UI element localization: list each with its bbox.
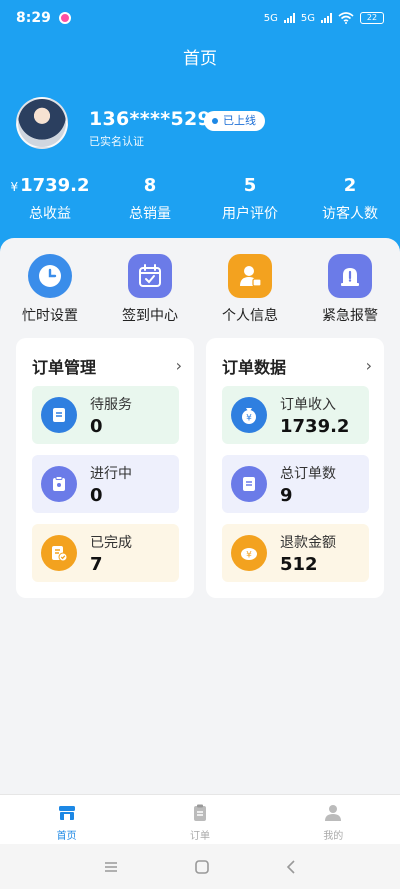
- tab-orders[interactable]: 订单: [133, 795, 266, 844]
- page-title: 首页: [183, 49, 217, 69]
- tab-mine[interactable]: 我的: [267, 795, 400, 844]
- card-completed[interactable]: 已完成 7: [32, 524, 179, 582]
- card-label: 待服务: [90, 396, 132, 413]
- card-value: 7: [90, 553, 103, 575]
- panel-title: 订单管理: [32, 358, 97, 377]
- quick-label: 忙时设置: [22, 308, 78, 324]
- yen-icon: ¥: [231, 535, 267, 571]
- quick-personal-info[interactable]: 个人信息: [200, 254, 300, 325]
- signal-label-1: 5G: [263, 12, 278, 24]
- status-right: 5G 5G 22: [264, 12, 384, 24]
- card-label: 退款金额: [280, 534, 336, 551]
- header: 8:29 5G 5G 22 首页 136****5297 已上线 已实名认证 ¥…: [0, 0, 400, 262]
- chevron-right-icon[interactable]: ›: [176, 356, 182, 375]
- card-label: 总订单数: [280, 465, 336, 482]
- card-total-orders[interactable]: 总订单数 9: [222, 455, 369, 513]
- online-status-badge[interactable]: 已上线: [204, 111, 265, 131]
- notification-dot-icon: [58, 12, 71, 24]
- tab-label: 首页: [56, 831, 77, 842]
- clipboard-icon: [190, 802, 210, 824]
- card-value: 9: [280, 484, 293, 506]
- clipboard-icon: [41, 466, 77, 502]
- back-icon[interactable]: [285, 859, 297, 875]
- card-label: 进行中: [90, 465, 132, 482]
- person-card-icon: [228, 254, 272, 298]
- order-management-panel: 订单管理 › 待服务 0 进行中 0 已完成 7: [16, 338, 194, 598]
- stats-row: ¥1739.2 总收益 8 总销量 5 用户评价 2 访客人数: [0, 175, 400, 223]
- alarm-icon: [328, 254, 372, 298]
- chevron-right-icon[interactable]: ›: [366, 356, 372, 375]
- stat-value: 1739.2: [20, 175, 90, 196]
- list-icon: [231, 466, 267, 502]
- calendar-check-icon: [128, 254, 172, 298]
- status-time: 8:29: [16, 10, 51, 26]
- quick-label: 签到中心: [122, 308, 178, 324]
- store-icon: [57, 802, 77, 824]
- document-check-icon: [41, 535, 77, 571]
- clock-icon: [28, 254, 72, 298]
- system-nav-bar: [0, 844, 400, 889]
- quick-checkin-center[interactable]: 签到中心: [100, 254, 200, 325]
- verified-label: 已实名认证: [89, 135, 144, 148]
- stat-label: 访客人数: [322, 206, 378, 222]
- card-in-progress[interactable]: 进行中 0: [32, 455, 179, 513]
- status-bar: 8:29 5G 5G 22: [0, 0, 400, 36]
- panel-title: 订单数据: [222, 358, 287, 377]
- wifi-icon: [338, 12, 354, 24]
- card-order-income[interactable]: ¥ 订单收入 1739.2: [222, 386, 369, 444]
- stat-total-income[interactable]: ¥1739.2 总收益: [0, 175, 100, 223]
- stat-user-reviews[interactable]: 5 用户评价: [200, 175, 300, 223]
- stat-value: 2: [343, 175, 357, 196]
- bottom-tab-bar: 首页 订单 我的: [0, 794, 400, 844]
- signal-label-2: 5G: [300, 12, 315, 24]
- main-content: 忙时设置 签到中心 个人信息 紧急报警 订单管理 › 待服务 0 进行中 0 已…: [0, 238, 400, 794]
- card-label: 订单收入: [280, 396, 336, 413]
- currency-symbol: ¥: [10, 180, 19, 194]
- quick-busy-settings[interactable]: 忙时设置: [0, 254, 100, 325]
- quick-actions: 忙时设置 签到中心 个人信息 紧急报警: [0, 254, 400, 325]
- menu-icon[interactable]: [103, 860, 119, 874]
- card-value: 1739.2: [280, 415, 350, 437]
- stat-label: 总销量: [129, 206, 171, 222]
- stat-value: 5: [243, 175, 257, 196]
- tab-label: 订单: [189, 831, 210, 842]
- card-pending-service[interactable]: 待服务 0: [32, 386, 179, 444]
- order-data-panel: 订单数据 › ¥ 订单收入 1739.2 总订单数 9 ¥ 退款金额 512: [206, 338, 384, 598]
- signal-icon: [283, 13, 295, 23]
- card-value: 512: [280, 553, 318, 575]
- card-label: 已完成: [90, 534, 132, 551]
- card-value: 0: [90, 484, 103, 506]
- quick-emergency-alarm[interactable]: 紧急报警: [300, 254, 400, 325]
- stat-total-sales[interactable]: 8 总销量: [100, 175, 200, 223]
- tab-label: 我的: [323, 831, 344, 842]
- svg-text:¥: ¥: [246, 551, 252, 561]
- battery-icon: 22: [360, 12, 384, 24]
- home-square-icon[interactable]: [194, 859, 210, 875]
- stat-visitors[interactable]: 2 访客人数: [300, 175, 400, 223]
- money-bag-icon: ¥: [231, 397, 267, 433]
- stat-value: 8: [143, 175, 157, 196]
- avatar[interactable]: [16, 97, 68, 149]
- card-refund-amount[interactable]: ¥ 退款金额 512: [222, 524, 369, 582]
- document-icon: [41, 397, 77, 433]
- stat-label: 总收益: [29, 206, 71, 222]
- svg-text:¥: ¥: [246, 414, 252, 424]
- quick-label: 个人信息: [222, 308, 278, 324]
- tab-home[interactable]: 首页: [0, 795, 133, 844]
- quick-label: 紧急报警: [322, 308, 378, 324]
- signal-icon: [321, 13, 332, 23]
- stat-label: 用户评价: [222, 206, 278, 222]
- user-icon: [323, 802, 343, 824]
- card-value: 0: [90, 415, 103, 437]
